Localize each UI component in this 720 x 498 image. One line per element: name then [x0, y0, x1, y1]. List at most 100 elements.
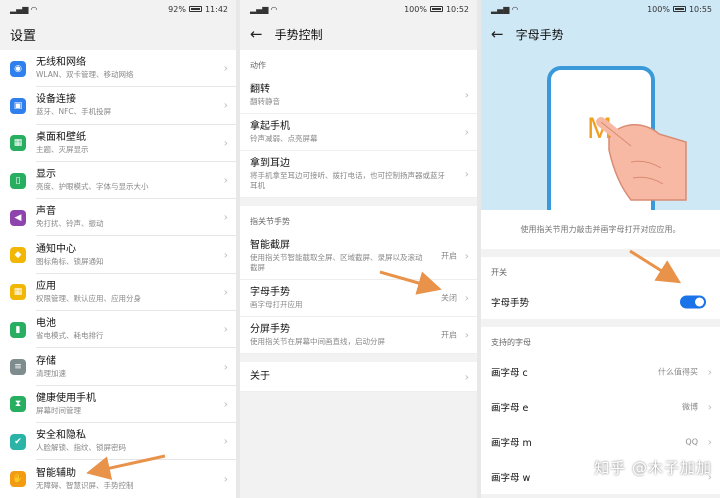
status-bar: ▂▄▆ ◠ 100% 10:52: [240, 0, 477, 18]
settings-item-subtitle: 免打扰、铃声、振动: [36, 219, 104, 229]
settings-item[interactable]: ▦ 应用 权限管理、默认应用、应用分身 ›: [0, 274, 236, 312]
battery-percent: 100%: [404, 4, 427, 14]
letter-gesture-screen: ▂▄▆ ◠ 100% 10:55 ← 字母手势 M 使用指关节用力敲击并画字母打开…: [481, 0, 720, 498]
settings-item-subtitle: 省电模式、耗电排行: [36, 331, 104, 341]
chevron-right-icon: ›: [223, 210, 228, 224]
settings-item[interactable]: ≡ 存储 清理加速 ›: [0, 348, 236, 386]
back-arrow-icon[interactable]: ←: [250, 25, 263, 43]
gesture-action-item[interactable]: 翻转 翻转静音 ›: [240, 77, 477, 114]
chevron-right-icon: ›: [223, 397, 228, 411]
letter-app: 微博: [682, 402, 698, 411]
settings-item[interactable]: ▣ 设备连接 蓝牙、NFC、手机投屏 ›: [0, 87, 236, 125]
chevron-right-icon: ›: [223, 285, 228, 299]
gesture-subtitle: 将手机拿至耳边可接听、拨打电话，也可控制扬声器或蓝牙耳机: [250, 171, 445, 190]
letter-item[interactable]: 画字母 e 微博 ›: [481, 389, 720, 424]
chevron-right-icon: ›: [464, 125, 469, 139]
letter-label: 画字母 e: [491, 402, 529, 414]
signal-icon: ▂▄▆: [250, 4, 269, 14]
settings-item[interactable]: ▮ 电池 省电模式、耗电排行 ›: [0, 311, 236, 349]
settings-item-subtitle: 亮度、护眼模式、字体与显示大小: [36, 182, 149, 192]
gesture-title: 拿到耳边: [250, 158, 290, 169]
status-bar: ▂▄▆ ◠ 92% 11:42: [0, 0, 236, 18]
settings-item-title: 桌面和壁纸: [36, 131, 86, 143]
chevron-right-icon: ›: [223, 322, 228, 336]
settings-item[interactable]: ◉ 无线和网络 WLAN、双卡管理、移动网络 ›: [0, 50, 236, 88]
settings-item-title: 显示: [36, 169, 56, 181]
signal-icon: ▂▄▆: [491, 4, 510, 14]
gesture-subtitle: 使用指关节智能截取全屏、区域截屏、录屏以及滚动截屏: [250, 253, 423, 272]
gesture-title: 智能截屏: [250, 240, 290, 251]
gesture-action-item[interactable]: 拿起手机 铃声减弱、点亮屏幕 ›: [240, 114, 477, 151]
letter-label: 画字母 m: [491, 437, 532, 449]
settings-item-title: 存储: [36, 355, 56, 367]
settings-item-subtitle: 蓝牙、NFC、手机投屏: [36, 107, 112, 117]
about-item[interactable]: 关于 ›: [240, 362, 477, 392]
switch-label: 字母手势: [491, 297, 530, 309]
gesture-illustration: M: [481, 50, 720, 210]
chevron-right-icon: ›: [707, 400, 712, 413]
gesture-title: 分屏手势: [250, 324, 290, 335]
hourglass-icon: ⧗: [10, 396, 26, 413]
display-icon: ▯: [10, 172, 26, 189]
page-title: 手势控制: [274, 27, 323, 42]
storage-icon: ≡: [10, 359, 26, 376]
settings-item-title: 健康使用手机: [36, 392, 96, 404]
settings-item[interactable]: ✋ 智能辅助 无障碍、智慧识屏、手势控制 ›: [0, 460, 236, 497]
settings-item-title: 应用: [36, 280, 56, 292]
settings-item[interactable]: ✔ 安全和隐私 人脸解锁、指纹、锁屏密码 ›: [0, 423, 236, 461]
knuckle-gesture-item[interactable]: 分屏手势 使用指关节在屏幕中间画直线，启动分屏 开启 ›: [240, 317, 477, 354]
settings-item[interactable]: ⧗ 健康使用手机 屏幕时间管理 ›: [0, 386, 236, 423]
bell-icon: ◆: [10, 247, 26, 264]
settings-item[interactable]: ▯ 显示 亮度、护眼模式、字体与显示大小 ›: [0, 162, 236, 200]
settings-item-subtitle: 屏幕时间管理: [36, 405, 81, 415]
settings-item-subtitle: 权限管理、默认应用、应用分身: [36, 293, 141, 303]
chevron-right-icon: ›: [707, 435, 712, 448]
letter-gesture-switch-row: 字母手势: [481, 284, 720, 319]
page-title: 设置: [10, 28, 37, 44]
gesture-action-item[interactable]: 拿到耳边 将手机拿至耳边可接听、拨打电话，也可控制扬声器或蓝牙耳机 ›: [240, 151, 477, 198]
watermark: 知乎 @木子加加: [594, 459, 712, 477]
knuckle-gesture-item[interactable]: 字母手势 画字母打开应用 关闭 ›: [240, 280, 477, 317]
section-label-actions: 动作: [240, 50, 477, 77]
wifi-status-icon: ◠: [30, 4, 38, 14]
battery-icon: ▮: [10, 321, 26, 338]
settings-item[interactable]: ◀ 声音 免打扰、铃声、振动 ›: [0, 199, 236, 237]
section-label-knuckle: 指关节手势: [240, 206, 477, 233]
section-label-switch: 开关: [481, 257, 720, 284]
knuckle-list: 智能截屏 使用指关节智能截取全屏、区域截屏、录屏以及滚动截屏 开启 › 字母手势 画字母打…: [240, 233, 477, 354]
chevron-right-icon: ›: [223, 98, 228, 112]
signal-icons: ▂▄▆ ◠: [10, 5, 37, 14]
settings-item-subtitle: 无障碍、智慧识屏、手势控制: [36, 480, 134, 490]
chevron-right-icon: ›: [464, 249, 469, 263]
status-bar: ▂▄▆ ◠ 100% 10:55: [481, 0, 720, 18]
chevron-right-icon: ›: [223, 173, 228, 187]
letter-gesture-toggle[interactable]: [680, 295, 706, 308]
gesture-subtitle: 使用指关节在屏幕中间画直线，启动分屏: [250, 337, 385, 346]
settings-item-title: 电池: [36, 318, 56, 330]
status-time: 10:52: [445, 4, 469, 14]
top-bar: ← 手势控制: [240, 18, 477, 50]
chevron-right-icon: ›: [223, 248, 228, 262]
letter-item[interactable]: 画字母 m QQ ›: [481, 424, 720, 459]
chevron-right-icon: ›: [223, 136, 228, 150]
settings-item-subtitle: 清理加速: [36, 368, 66, 378]
settings-item-subtitle: 图标角标、锁屏通知: [36, 256, 104, 266]
settings-item-title: 设备连接: [36, 94, 76, 106]
settings-item[interactable]: ◆ 通知中心 图标角标、锁屏通知 ›: [0, 236, 236, 274]
settings-list: ◉ 无线和网络 WLAN、双卡管理、移动网络 › ▣ 设备连接 蓝牙、NFC、手机投屏 › ▦ 桌…: [0, 50, 236, 498]
hand-icon: ✋: [10, 470, 26, 487]
settings-item[interactable]: ▦ 桌面和壁纸 主题、灭屏显示 ›: [0, 125, 236, 162]
device-connection-icon: ▣: [10, 97, 26, 114]
chevron-right-icon: ›: [464, 328, 469, 342]
letter-item[interactable]: 画字母 c 什么值得买 ›: [481, 354, 720, 389]
chevron-right-icon: ›: [223, 61, 228, 75]
chevron-right-icon: ›: [223, 360, 228, 374]
wallpaper-icon: ▦: [10, 135, 26, 152]
knuckle-gesture-item[interactable]: 智能截屏 使用指关节智能截取全屏、区域截屏、录屏以及滚动截屏 开启 ›: [240, 233, 477, 280]
sound-icon: ◀: [10, 209, 26, 226]
wifi-icon: ◉: [10, 60, 26, 77]
chevron-right-icon: ›: [464, 291, 469, 305]
settings-screen: ▂▄▆ ◠ 92% 11:42 设置 ◉ 无线和网络 WLAN、双卡管理、移动网络 › ▣…: [0, 0, 236, 498]
about-label: 关于: [250, 371, 270, 382]
back-arrow-icon[interactable]: ←: [491, 25, 504, 43]
